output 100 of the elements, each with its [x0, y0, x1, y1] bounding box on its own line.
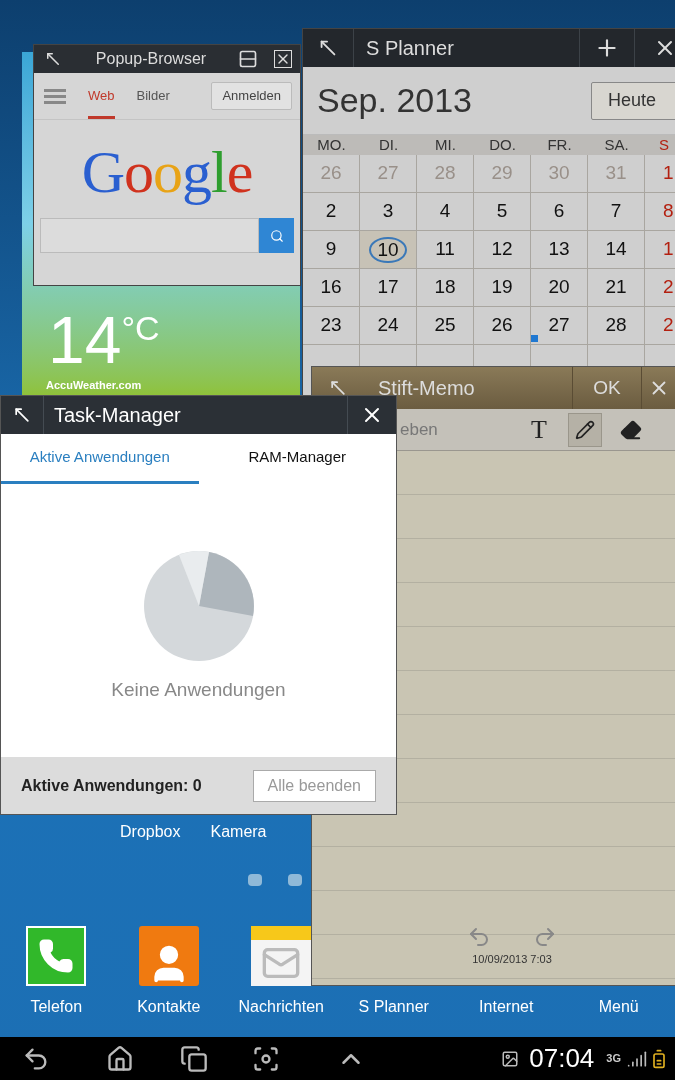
search-tab[interactable]: Bilder [136, 73, 170, 119]
window-title: Stift-Memo [378, 376, 476, 401]
day-number: 20 [548, 275, 570, 300]
weekday-label: DI. [377, 135, 400, 155]
day-number: 17 [377, 275, 399, 300]
today-marker: 10 [369, 236, 407, 263]
screenshot-icon[interactable] [252, 1044, 280, 1073]
day-number: 3 [382, 199, 394, 224]
app-label[interactable]: Kamera [210, 820, 267, 844]
day-cell[interactable]: 25 [417, 307, 474, 345]
day-cell[interactable]: 18 [417, 269, 474, 307]
sign-in-button[interactable]: Anmelden [211, 82, 292, 110]
day-number: 19 [491, 275, 513, 300]
close-icon[interactable] [274, 50, 292, 68]
day-number: 2 [325, 199, 337, 224]
app-label[interactable]: Internet [479, 995, 534, 1019]
day-cell[interactable]: 6 [531, 193, 588, 231]
day-cell[interactable]: 9 [303, 231, 360, 269]
day-cell[interactable]: 13 [531, 231, 588, 269]
pen-icon [575, 419, 595, 440]
unit-text: °C [121, 311, 160, 345]
day-number: 16 [320, 275, 342, 300]
day-number: 29 [491, 161, 513, 186]
weekday-label: FR. [546, 135, 573, 155]
day-cell[interactable]: 20 [531, 269, 588, 307]
day-number: 31 [605, 161, 627, 186]
day-cell[interactable]: 28 [588, 307, 645, 345]
day-number: 25 [434, 313, 456, 338]
day-number: 1 [663, 161, 674, 186]
search-field[interactable] [40, 218, 259, 253]
day-number: 24 [377, 313, 399, 338]
day-cell[interactable]: 16 [303, 269, 360, 307]
day-cell[interactable]: 19 [474, 269, 531, 307]
active-count: Aktive Anwendungen: 0 [21, 775, 203, 796]
weekday-label: S [658, 135, 670, 155]
month-title: Sep. 2013 [317, 80, 474, 121]
recent-apps-icon[interactable] [180, 1044, 208, 1073]
day-number: 8 [663, 199, 674, 224]
restore-icon[interactable] [44, 50, 62, 68]
pen-tool[interactable] [568, 412, 602, 447]
app-label[interactable]: Menü [598, 995, 639, 1019]
day-number: 18 [434, 275, 456, 300]
day-cell[interactable]: 4 [417, 193, 474, 231]
weekday-label: MI. [434, 135, 457, 155]
day-number: 12 [491, 237, 513, 262]
day-number: 5 [496, 199, 508, 224]
day-cell[interactable]: 14 [588, 231, 645, 269]
day-cell[interactable]: 23 [303, 307, 360, 345]
tab[interactable]: Aktive Anwendungen [1, 434, 199, 484]
day-cell[interactable]: 24 [360, 307, 417, 345]
day-cell[interactable]: 2 [303, 193, 360, 231]
day-number: 11 [435, 237, 455, 262]
day-cell[interactable]: 21 [588, 269, 645, 307]
text-tool[interactable]: T [522, 412, 556, 447]
restore-icon[interactable] [12, 405, 32, 425]
day-number: 28 [605, 313, 627, 338]
day-cell[interactable]: 7 [588, 193, 645, 231]
search-icon [269, 228, 284, 243]
restore-icon[interactable] [328, 378, 348, 398]
window-title: Popup-Browser [94, 49, 208, 69]
clock: 07:04 [529, 1042, 595, 1075]
day-number: 26 [320, 161, 342, 186]
day-number: 2 [663, 275, 674, 300]
weekday-label: DO. [488, 135, 517, 155]
day-number: 4 [439, 199, 451, 224]
search-tab[interactable]: Web [88, 73, 115, 119]
app-label[interactable]: Dropbox [120, 820, 181, 844]
day-cell[interactable]: 27 [531, 307, 588, 345]
hint-text: eben [400, 418, 439, 441]
tab[interactable]: RAM-Manager [198, 434, 396, 484]
day-number: 2 [663, 313, 674, 338]
weekday-label: SA. [603, 135, 630, 155]
phone-icon[interactable] [26, 926, 87, 986]
day-cell[interactable]: 3 [360, 193, 417, 231]
day-number: 6 [553, 199, 565, 224]
source-text: AccuWeather.com [46, 380, 142, 391]
day-cell[interactable]: 10 [360, 231, 417, 269]
day-cell[interactable]: 11 [417, 231, 474, 269]
window-title: S Planner [366, 36, 455, 61]
day-cell[interactable]: 26 [474, 307, 531, 345]
day-cell[interactable]: 5 [474, 193, 531, 231]
day-number: 14 [605, 237, 627, 262]
network-type: 3G [606, 1051, 621, 1067]
day-number: 26 [491, 313, 513, 338]
today-button[interactable]: Heute [591, 81, 675, 120]
contacts-icon[interactable] [138, 926, 199, 986]
app-label[interactable]: Telefon [30, 995, 83, 1019]
app-label[interactable]: S Planner [358, 995, 429, 1019]
split-icon[interactable] [238, 49, 258, 69]
app-label[interactable]: Nachrichten [238, 995, 324, 1019]
app-label[interactable]: Kontakte [137, 995, 201, 1019]
day-cell[interactable]: 17 [360, 269, 417, 307]
day-number: 27 [377, 161, 399, 186]
day-number: 23 [320, 313, 342, 338]
day-number: 21 [605, 275, 627, 300]
day-cell[interactable]: 12 [474, 231, 531, 269]
day-number: 9 [325, 237, 337, 262]
day-number: 1 [663, 237, 674, 262]
home-icon[interactable] [106, 1044, 134, 1073]
window-title: Task-Manager [54, 403, 182, 428]
